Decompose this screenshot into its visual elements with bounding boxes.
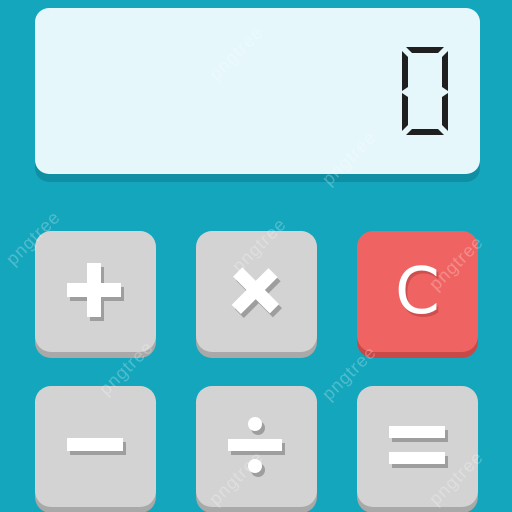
equals-icon [388,425,448,468]
divide-button[interactable] [196,386,317,507]
minus-button[interactable] [35,386,156,507]
plus-icon [66,262,124,321]
equals-button[interactable] [357,386,478,507]
display-screen: 0 [35,8,480,174]
divide-icon [227,416,285,477]
display-value: 0 [352,36,452,146]
display-panel: 0 [35,8,480,182]
minus-icon [66,437,126,455]
clear-button-label: C [395,254,440,329]
multiply-button[interactable] [196,231,317,352]
calculator: 0 C [0,0,512,512]
seven-segment-zero-icon [402,47,448,135]
multiply-icon [231,266,282,318]
plus-button[interactable] [35,231,156,352]
clear-button[interactable]: C [357,231,478,352]
